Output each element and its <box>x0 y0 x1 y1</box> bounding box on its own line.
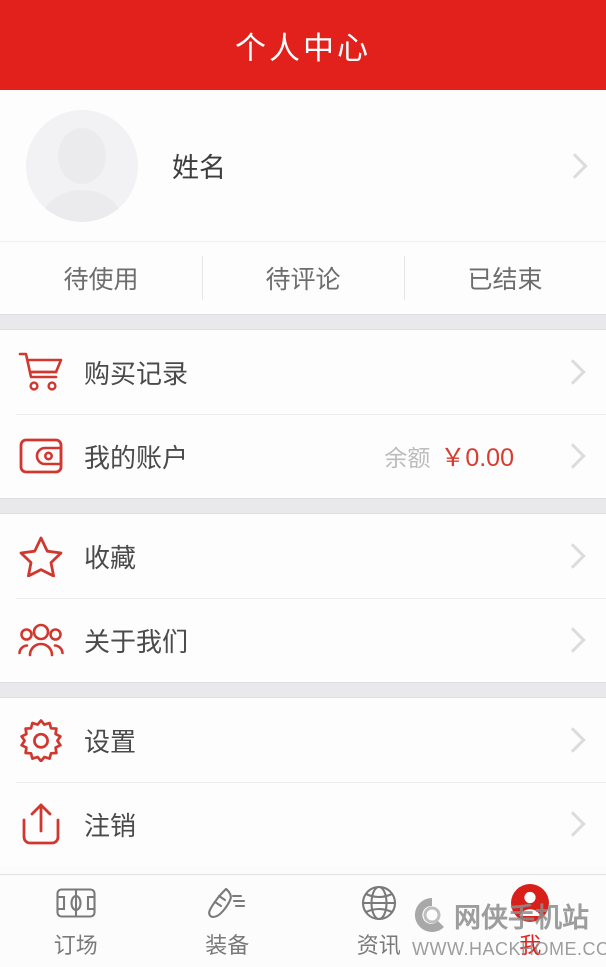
user-placeholder-body <box>40 189 124 222</box>
chevron-right-icon <box>562 152 588 179</box>
account-balance: 余额 ￥0.00 <box>384 438 514 474</box>
page-title: 个人中心 <box>235 30 371 66</box>
section-divider-band <box>0 498 606 514</box>
menu-item-purchase-records[interactable]: 购买记录 <box>0 330 606 414</box>
balance-label: 余额 <box>384 445 431 471</box>
running-shoe-icon <box>206 882 248 924</box>
bottom-navigation-bar: 订场 装备 资讯 我 <box>0 874 606 967</box>
menu-item-label: 设置 <box>84 726 137 757</box>
soccer-field-icon <box>55 882 97 924</box>
logout-export-icon <box>16 799 66 849</box>
nav-item-label: 装备 <box>205 933 250 958</box>
app-header: 个人中心 <box>0 0 606 90</box>
menu-item-label: 注销 <box>84 810 137 841</box>
wallet-icon <box>16 431 66 481</box>
group-people-icon <box>16 615 66 665</box>
nav-item-label: 资讯 <box>356 933 401 958</box>
profile-name: 姓名 <box>172 153 226 183</box>
profile-row[interactable]: 姓名 <box>0 90 606 242</box>
menu-item-label: 关于我们 <box>84 626 189 657</box>
menu-item-label: 我的账户 <box>84 442 189 473</box>
tab-pending-use[interactable]: 待使用 <box>0 242 202 314</box>
tab-pending-review[interactable]: 待评论 <box>202 242 404 314</box>
menu-item-label: 购买记录 <box>84 358 189 389</box>
gear-icon <box>16 715 66 765</box>
tab-finished[interactable]: 已结束 <box>404 242 606 314</box>
shopping-cart-icon <box>16 347 66 397</box>
star-icon <box>16 531 66 581</box>
order-status-tabs: 待使用 待评论 已结束 <box>0 242 606 314</box>
nav-item-label: 我 <box>519 933 542 958</box>
balance-value: ￥0.00 <box>440 444 514 472</box>
globe-icon <box>358 882 400 924</box>
person-circle-icon <box>509 882 551 924</box>
menu-item-favorites[interactable]: 收藏 <box>0 514 606 598</box>
nav-item-news[interactable]: 资讯 <box>303 882 455 960</box>
menu-group-system: 设置 注销 <box>0 698 606 866</box>
menu-group-orders: 购买记录 我的账户 余额 ￥0.00 <box>0 330 606 498</box>
menu-group-content: 收藏 关于我们 <box>0 514 606 682</box>
section-divider-band <box>0 314 606 330</box>
user-placeholder-icon <box>58 127 106 184</box>
avatar <box>26 109 138 222</box>
section-divider-band <box>0 682 606 698</box>
menu-item-settings[interactable]: 设置 <box>0 698 606 782</box>
chevron-right-icon <box>560 443 586 469</box>
nav-item-book-venue[interactable]: 订场 <box>0 882 152 960</box>
content-spacer <box>0 866 606 874</box>
menu-item-logout[interactable]: 注销 <box>0 782 606 866</box>
nav-item-equipment[interactable]: 装备 <box>152 882 304 960</box>
personal-center-screen: 个人中心 姓名 待使用 待评论 已结束 购买记录 我的账户 余额 ￥0.00 收… <box>0 0 606 967</box>
nav-item-label: 订场 <box>53 933 98 958</box>
menu-item-about-us[interactable]: 关于我们 <box>0 598 606 682</box>
menu-item-my-account[interactable]: 我的账户 余额 ￥0.00 <box>0 414 606 498</box>
nav-item-me[interactable]: 我 <box>455 882 606 960</box>
menu-item-label: 收藏 <box>84 542 137 573</box>
